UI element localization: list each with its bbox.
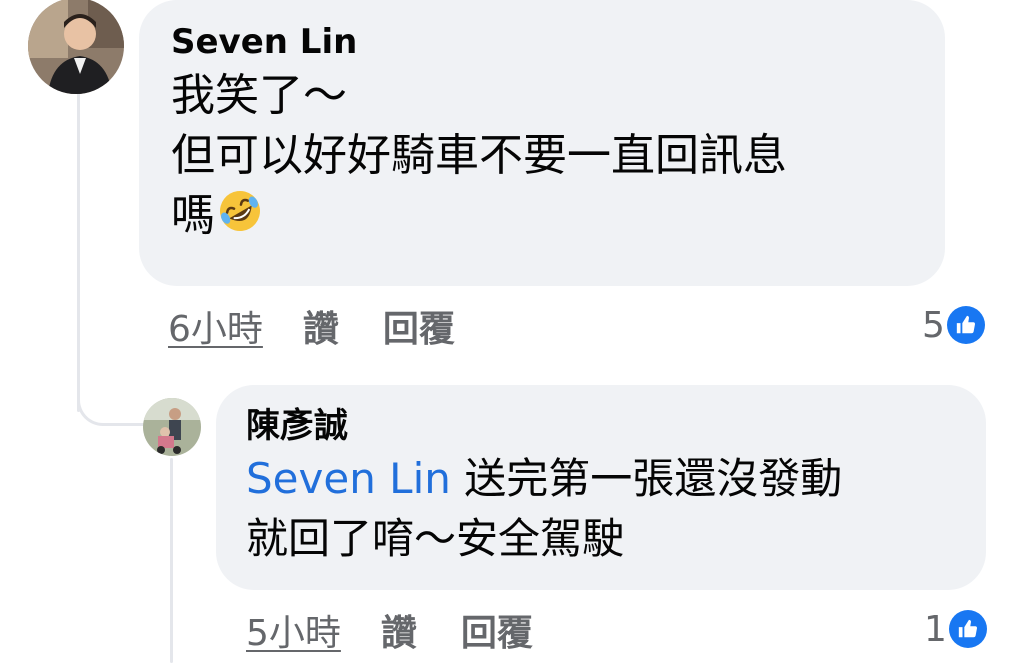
comment-timestamp[interactable]: 6小時: [168, 300, 263, 352]
thumbs-up-icon: [946, 306, 985, 344]
comment-text-segment: 送完第一張還沒發動: [450, 454, 843, 503]
comment-text-line: Seven Lin 送完第一張還沒發動: [246, 449, 956, 509]
comment-text-word: 嗎: [171, 190, 215, 241]
reply-button[interactable]: 回覆: [383, 300, 455, 352]
reaction-count: 1: [924, 608, 947, 650]
reaction-summary[interactable]: 5: [922, 302, 985, 348]
comment-text-line: 我笑了～: [171, 70, 347, 121]
rolling-on-floor-laughing-emoji: [215, 186, 265, 236]
comment-timestamp[interactable]: 5小時: [246, 604, 341, 656]
like-button[interactable]: 讚: [381, 604, 417, 656]
like-button[interactable]: 讚: [303, 300, 339, 352]
reaction-count: 5: [922, 304, 945, 346]
comment-actions: 5小時 讚 回覆: [246, 604, 533, 656]
reply-button[interactable]: 回覆: [461, 604, 533, 656]
thread-reply-connector: [77, 372, 145, 426]
mention-link[interactable]: Seven Lin: [246, 454, 451, 503]
avatar-photo: [143, 398, 201, 456]
comment-text-line: 就回了唷～安全駕駛: [246, 514, 625, 563]
avatar[interactable]: [143, 398, 201, 456]
comment-text-line: 但可以好好騎車不要一直回訊息: [171, 130, 787, 181]
reaction-summary[interactable]: 1: [924, 606, 987, 652]
comment-actions: 6小時 讚 回覆: [168, 300, 455, 352]
comment-bubble: Seven Lin 我笑了～ 但可以好好騎車不要一直回訊息 嗎: [139, 0, 945, 286]
avatar[interactable]: [28, 0, 124, 94]
thumbs-up-icon: [948, 610, 987, 648]
reply-bubble: 陳彥誠 Seven Lin 送完第一張還沒發動 就回了唷～安全駕駛: [216, 385, 986, 590]
thread-line: [77, 92, 80, 412]
comment-author[interactable]: Seven Lin: [171, 18, 913, 66]
comment-text-line: 嗎: [171, 186, 913, 246]
avatar-photo: [28, 0, 124, 94]
comment-author[interactable]: 陳彥誠: [246, 403, 956, 449]
thread-line-nested: [170, 458, 173, 663]
